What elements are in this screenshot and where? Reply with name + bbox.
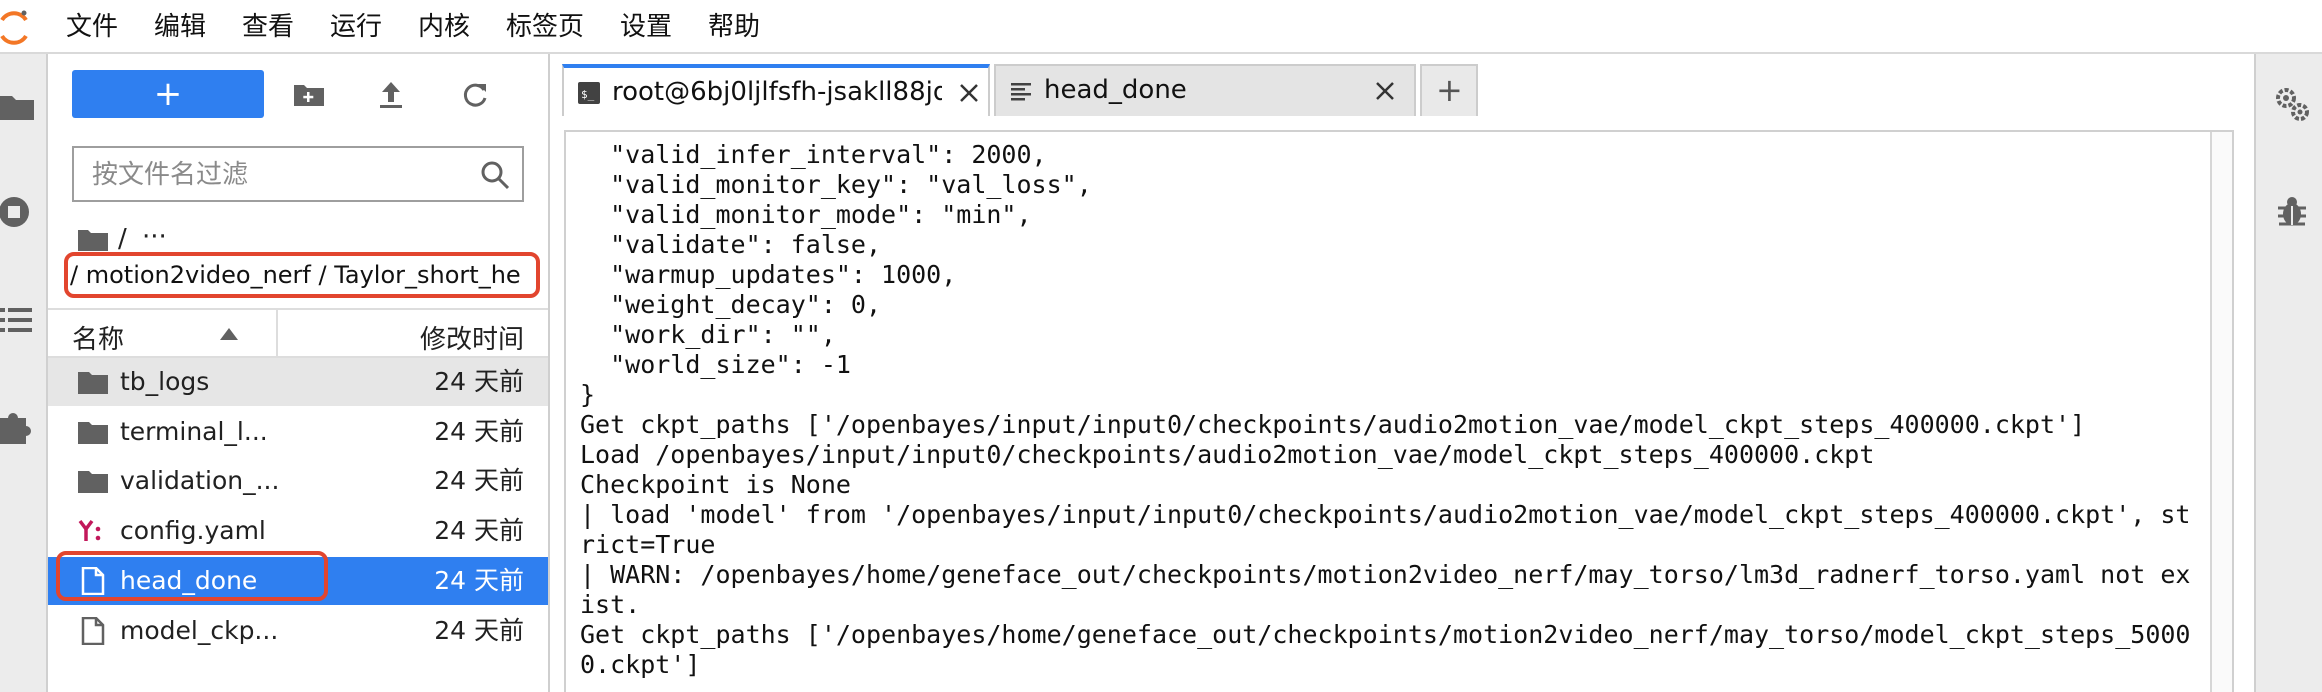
close-icon[interactable] — [956, 80, 982, 106]
terminal-line: "valid_monitor_mode": "min", — [580, 200, 1032, 229]
filter-input[interactable] — [90, 156, 464, 194]
breadcrumb-root[interactable]: / — [118, 224, 127, 254]
folder-icon — [78, 422, 108, 444]
file-row-config-yaml[interactable]: config.yaml 24 天前 — [48, 507, 548, 555]
terminal-icon: $_ — [578, 82, 600, 104]
svg-text:$_: $_ — [581, 88, 595, 101]
property-inspector-gears-icon[interactable] — [2274, 86, 2310, 122]
terminal-panel[interactable]: "valid_infer_interval": 2000, "valid_mon… — [564, 130, 2234, 692]
extension-puzzle-icon[interactable] — [0, 406, 36, 446]
terminal-line: Get ckpt_paths ['/openbayes/home/genefac… — [580, 620, 2191, 649]
folder-icon[interactable] — [0, 86, 36, 126]
file-name: config.yaml — [120, 516, 266, 545]
new-launcher-button[interactable]: + — [72, 70, 264, 118]
tab-label: head_done — [1044, 75, 1187, 105]
search-icon[interactable] — [480, 160, 510, 190]
filter-box — [72, 146, 524, 202]
right-sidebar — [2254, 54, 2322, 692]
terminal-line: | WARN: /openbayes/home/geneface_out/che… — [580, 560, 2191, 589]
tab-label: root@6bj0ljlfsfh-jsakll88jqe — [612, 77, 942, 107]
menu-kernel[interactable]: 内核 — [418, 12, 470, 42]
terminal-line: 0.ckpt'] — [580, 650, 701, 679]
tab-head-done[interactable]: head_done — [994, 64, 1416, 116]
file-modified: 24 天前 — [434, 516, 524, 545]
file-row-validation[interactable]: validation_... 24 天前 — [48, 457, 548, 505]
left-activity-bar — [0, 54, 48, 692]
toc-list-icon[interactable] — [0, 300, 36, 340]
menu-help[interactable]: 帮助 — [708, 12, 760, 42]
upload-icon[interactable] — [374, 78, 408, 112]
file-row-model-ckpt[interactable]: model_ckp... 24 天前 — [48, 607, 548, 655]
terminal-line: | load 'model' from '/openbayes/input/in… — [580, 500, 2191, 529]
column-header-name[interactable]: 名称 — [72, 319, 124, 356]
refresh-icon[interactable] — [458, 78, 492, 112]
terminal-line: Load /openbayes/input/input0/checkpoints… — [580, 440, 1875, 469]
file-row-head-done[interactable]: head_done 24 天前 — [48, 551, 548, 605]
breadcrumb-ellipsis[interactable]: ··· — [142, 222, 167, 252]
file-modified: 24 天前 — [434, 417, 524, 446]
file-name: validation_... — [120, 466, 280, 495]
tab-terminal[interactable]: $_ root@6bj0ljlfsfh-jsakll88jqe — [562, 64, 990, 116]
new-tab-button[interactable]: + — [1420, 64, 1478, 116]
new-tab-label: + — [1436, 71, 1463, 109]
text-file-icon — [1011, 83, 1031, 101]
file-row-tb-logs[interactable]: tb_logs 24 天前 — [48, 358, 548, 406]
menu-edit[interactable]: 编辑 — [154, 12, 206, 42]
debugger-bug-icon[interactable] — [2274, 194, 2310, 230]
terminal-line: ist. — [580, 590, 641, 619]
terminal-line: } — [580, 380, 596, 409]
home-folder-icon[interactable] — [78, 228, 108, 252]
terminal-line: "warmup_updates": 1000, — [580, 260, 957, 289]
file-name: terminal_l... — [120, 417, 268, 446]
terminal-line: Checkpoint is None — [580, 470, 851, 499]
terminal-line: "valid_infer_interval": 2000, — [580, 140, 1047, 169]
current-path[interactable]: / motion2video_nerf / Taylor_short_he — [70, 260, 521, 290]
terminal-line: "weight_decay": 0, — [580, 290, 882, 319]
terminal-line: "world_size": -1 — [580, 350, 851, 379]
terminal-line: rict=True — [580, 530, 716, 559]
folder-icon — [78, 471, 108, 493]
file-modified: 24 天前 — [434, 466, 524, 495]
terminal-line: "validate": false, — [580, 230, 882, 259]
file-name: tb_logs — [120, 367, 210, 396]
menu-tabs[interactable]: 标签页 — [506, 12, 584, 42]
file-icon — [81, 567, 105, 595]
terminal-line: "work_dir": "", — [580, 320, 836, 349]
file-modified: 24 天前 — [434, 367, 524, 396]
menu-view[interactable]: 查看 — [242, 12, 294, 42]
column-divider[interactable] — [276, 310, 278, 356]
terminal-line: "valid_monitor_key": "val_loss", — [580, 170, 1092, 199]
file-list-header: 名称 修改时间 — [48, 308, 548, 358]
menu-file[interactable]: 文件 — [66, 12, 118, 42]
new-folder-icon[interactable] — [292, 78, 326, 112]
file-name: model_ckp... — [120, 616, 279, 645]
sort-ascending-icon[interactable] — [220, 328, 238, 340]
running-stop-icon[interactable] — [0, 192, 36, 232]
column-header-modified[interactable]: 修改时间 — [420, 319, 524, 356]
file-modified: 24 天前 — [434, 566, 524, 595]
menu-settings[interactable]: 设置 — [620, 12, 672, 42]
tab-bar: $_ root@6bj0ljlfsfh-jsakll88jqe head_don… — [562, 64, 2254, 118]
yaml-file-icon — [78, 519, 101, 541]
jupyter-logo-icon[interactable] — [0, 8, 30, 48]
terminal-line: Get ckpt_paths ['/openbayes/input/input0… — [580, 410, 2086, 439]
menu-run[interactable]: 运行 — [330, 12, 382, 42]
menu-bar: 文件 编辑 查看 运行 内核 标签页 设置 帮助 — [0, 0, 2322, 54]
file-icon — [81, 617, 105, 645]
file-name: head_done — [120, 566, 258, 595]
current-path-highlight: / motion2video_nerf / Taylor_short_he — [64, 252, 540, 298]
close-icon[interactable] — [1372, 78, 1398, 104]
new-button-label: + — [153, 74, 183, 114]
terminal-scrollbar[interactable] — [2210, 132, 2232, 692]
terminal-output: "valid_infer_interval": 2000, "valid_mon… — [580, 140, 2191, 680]
file-modified: 24 天前 — [434, 616, 524, 645]
file-row-terminal-logs[interactable]: terminal_l... 24 天前 — [48, 408, 548, 456]
folder-icon — [78, 372, 108, 394]
main-dock-area: $_ root@6bj0ljlfsfh-jsakll88jqe head_don… — [550, 54, 2254, 692]
file-browser-panel: + / ··· / motion2video_nerf / Taylor_sho… — [48, 54, 550, 692]
